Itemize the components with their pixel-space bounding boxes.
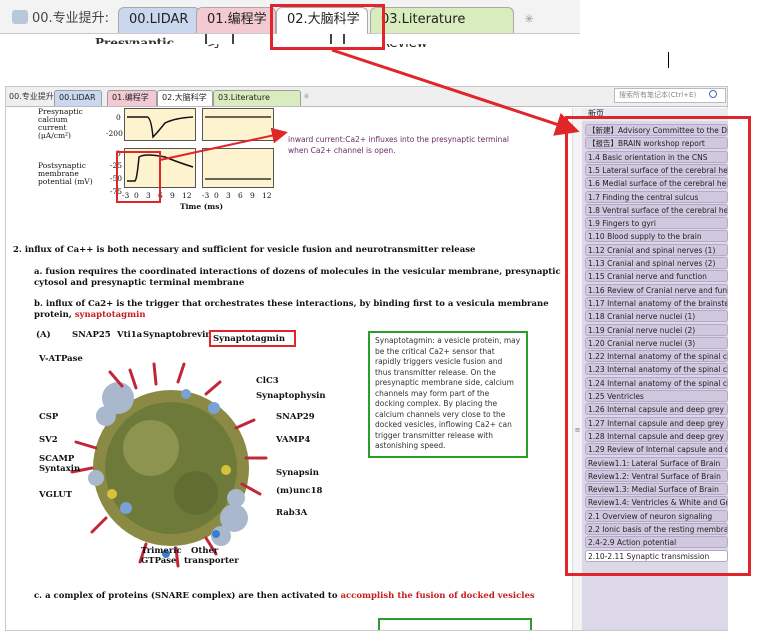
point-a-line-2: cytosol and presynaptic terminal membran… xyxy=(34,278,245,288)
new-section-icon[interactable]: ✳ xyxy=(303,92,310,101)
point-b-line-2: protein, synaptotagmin xyxy=(34,310,146,320)
section-tab-bar: 00.专业提升: 00.LIDAR 01.编程学习 02.大脑科学 03.Lit… xyxy=(6,87,727,116)
zoomed-page-strip: Presynaptic xyxy=(0,34,480,44)
synaptic-vesicle-figure xyxy=(66,358,276,568)
presynaptic-plot-right xyxy=(202,108,274,141)
presynaptic-plot-left xyxy=(124,108,196,141)
highlight-box-epsp xyxy=(116,151,161,203)
point-c-line: c. a complex of proteins (SNARE complex)… xyxy=(34,591,535,601)
search-icon[interactable] xyxy=(709,90,717,98)
point-2-heading: 2. influx of Ca++ is both necessary and … xyxy=(13,245,476,255)
search-input[interactable]: 搜索所有笔记本(Ctrl+E) xyxy=(614,88,726,103)
highlight-box-sidebar xyxy=(565,116,751,576)
tab-literature-review[interactable]: 03.Literature Review xyxy=(213,90,301,116)
synaptotagmin-note[interactable]: Synaptotagmin: a vesicle protein, may be… xyxy=(368,331,528,458)
zoomed-tab-programming[interactable]: 01.编程学习 xyxy=(196,7,276,51)
annotation-line-1: inward current:Ca2+ influxes into the pr… xyxy=(288,135,510,144)
annotation-line-2: when Ca2+ channel is open. xyxy=(288,146,396,155)
tab-programming[interactable]: 01.编程学习 xyxy=(107,90,157,116)
point-b-line-1: b. influx of Ca2+ is the trigger that or… xyxy=(34,299,549,309)
new-section-icon[interactable]: ✳ xyxy=(524,12,538,26)
postsynaptic-plot-right xyxy=(202,148,274,188)
tab-brain-science[interactable]: 02.大脑科学 xyxy=(157,90,213,106)
highlight-box-synaptotagmin xyxy=(209,330,296,347)
note-page[interactable]: Presynaptic calcium current (μA/cm²) 0 -… xyxy=(6,108,572,630)
postsynaptic-label: Postsynaptic membrane potential (mV) xyxy=(38,161,93,186)
time-axis-label: Time (ms) xyxy=(180,202,224,211)
tab-lidar[interactable]: 00.LIDAR xyxy=(54,90,102,106)
zoomed-notebook-breadcrumb[interactable]: 00.专业提升: xyxy=(12,8,109,30)
zoomed-page-text: Presynaptic xyxy=(95,36,175,44)
zoomed-tab-lidar[interactable]: 00.LIDAR xyxy=(118,7,200,33)
zoomed-tab-literature-review[interactable]: 03.Literature Review xyxy=(370,7,514,51)
calcium-current-figure: Presynaptic calcium current (μA/cm²) 0 -… xyxy=(36,108,286,220)
note-box-bottom[interactable] xyxy=(378,618,532,630)
point-a-line-1: a. fusion requires the coordinated inter… xyxy=(34,267,561,277)
notebook-breadcrumb[interactable]: 00.专业提升: xyxy=(9,91,56,102)
presynaptic-label: Presynaptic calcium current (μA/cm²) xyxy=(38,108,83,140)
text-cursor xyxy=(668,52,669,68)
highlight-box-tab xyxy=(270,4,385,50)
notebook-icon xyxy=(12,10,28,24)
